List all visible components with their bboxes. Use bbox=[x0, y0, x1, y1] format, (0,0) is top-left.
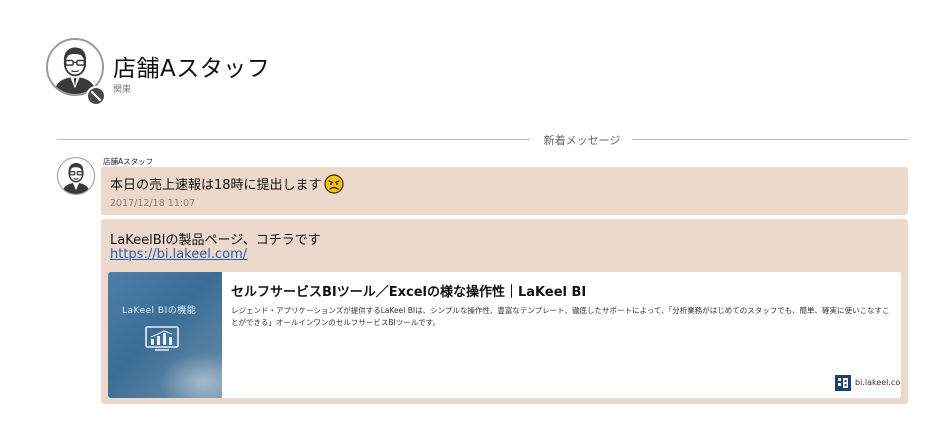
link-preview-domain: bi.lakeel.com bbox=[855, 378, 901, 387]
message-bubble[interactable]: 本日の売上速報は18時に提出します 2017/12/18 11:07 bbox=[101, 167, 908, 215]
message-sender-avatar[interactable] bbox=[57, 157, 95, 195]
message-link[interactable]: https://bi.lakeel.com/ bbox=[110, 247, 247, 262]
thumbnail-title: LaKeel BIの機能 bbox=[122, 306, 197, 316]
worried-face-emoji-icon bbox=[323, 173, 344, 194]
person-avatar-icon bbox=[61, 162, 91, 194]
profile-region: 関東 bbox=[113, 85, 132, 95]
profile-name: 店舗Aスタッフ bbox=[113, 56, 271, 82]
link-preview-thumbnail: LaKeel BIの機能 bbox=[108, 272, 222, 398]
message-text-content: 本日の売上速報は18時に提出します bbox=[110, 178, 322, 193]
link-preview-title: セルフサービスBIツール／Excelの様な操作性｜LaKeel BI bbox=[231, 285, 587, 300]
message-text: LaKeelBIの製品ページ、コチラです bbox=[110, 233, 321, 248]
link-preview-description: レジェンド・アプリケーションズが提供するLaKeel BIは、シンプルな操作性、… bbox=[231, 306, 890, 327]
message-text: 本日の売上速報は18時に提出します bbox=[110, 173, 344, 196]
message-sender-name: 店舗Aスタッフ bbox=[103, 157, 154, 166]
bar-chart-icon bbox=[145, 326, 179, 352]
divider-line-left bbox=[57, 139, 530, 140]
thumbnail-glow bbox=[158, 352, 222, 398]
new-messages-divider-label: 新着メッセージ bbox=[543, 134, 621, 147]
message-timestamp: 2017/12/18 11:07 bbox=[110, 198, 196, 209]
divider-line-right bbox=[632, 139, 908, 140]
message-bubble[interactable]: LaKeelBIの製品ページ、コチラです https://bi.lakeel.c… bbox=[101, 219, 908, 404]
link-preview-card[interactable]: LaKeel BIの機能 セルフサービスBIツール／Excelの様な操作性｜La… bbox=[108, 272, 901, 398]
site-favicon-icon bbox=[835, 375, 851, 391]
no-entry-badge-icon bbox=[86, 86, 106, 106]
